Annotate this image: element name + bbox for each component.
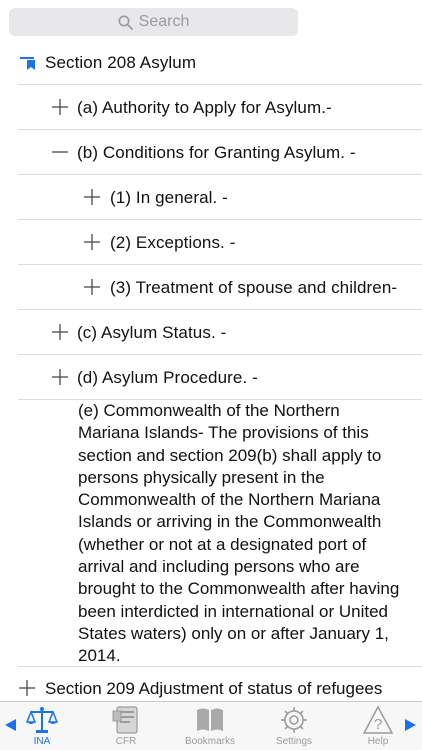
expand-icon[interactable] (83, 188, 101, 206)
tree-label: (d) Asylum Procedure. - (77, 367, 258, 387)
tree-row-b3[interactable]: (3) Treatment of spouse and children- (0, 265, 422, 310)
tree-label: (a) Authority to Apply for Asylum.- (77, 97, 332, 117)
tree-row-section-209[interactable]: Section 209 Adjustment of status of refu… (0, 672, 422, 702)
tab-bookmarks[interactable]: Bookmarks (175, 702, 245, 750)
book-icon (194, 705, 226, 735)
tab-settings[interactable]: Settings (259, 702, 329, 750)
search-icon (118, 15, 133, 30)
tree-row-b[interactable]: (b) Conditions for Granting Asylum. - (0, 130, 422, 175)
tree-label: Section 209 Adjustment of status of refu… (45, 679, 383, 698)
tab-label: Settings (275, 736, 313, 747)
search-placeholder: Search (138, 13, 190, 30)
tab-label: Help (367, 736, 389, 747)
tab-label: INA (33, 736, 51, 747)
tree-label: (1) In general. - (110, 187, 228, 207)
outline-tree: Section 208 Asylum (a) Authority to Appl… (0, 40, 422, 400)
tree-row-a[interactable]: (a) Authority to Apply for Asylum.- (0, 85, 422, 130)
help-icon: ? (362, 705, 394, 735)
scales-icon (25, 705, 59, 735)
document-icon (110, 705, 142, 735)
tab-label: CFR (115, 736, 137, 747)
tree-label: (b) Conditions for Granting Asylum. - (77, 142, 356, 162)
tab-ina[interactable]: INA (7, 702, 77, 750)
tree-row-c[interactable]: (c) Asylum Status. - (0, 310, 422, 355)
expand-icon[interactable] (18, 679, 36, 702)
expand-icon[interactable] (83, 278, 101, 296)
search-area: Search (0, 0, 422, 44)
bookmark-icon (20, 56, 36, 70)
tab-help[interactable]: ? Help (343, 702, 413, 750)
expand-icon[interactable] (51, 368, 69, 386)
divider (18, 666, 422, 667)
tree-label: (c) Asylum Status. - (77, 322, 227, 342)
scroll-right-arrow[interactable] (405, 719, 416, 731)
expand-icon[interactable] (51, 98, 69, 116)
tree-row-d[interactable]: (d) Asylum Procedure. - (0, 355, 422, 400)
tree-label: (2) Exceptions. - (110, 232, 236, 252)
expand-icon[interactable] (51, 323, 69, 341)
tab-label: Bookmarks (184, 736, 235, 747)
expand-icon[interactable] (83, 233, 101, 251)
svg-text:?: ? (374, 716, 382, 733)
tab-cfr[interactable]: CFR (91, 702, 161, 750)
tree-row-b1[interactable]: (1) In general. - (0, 175, 422, 220)
gear-icon (278, 705, 310, 735)
section-e-paragraph: (e) Commonwealth of the Northern Mariana… (78, 401, 400, 666)
tab-bar: INA CFR Bookmarks Settings ? Help (0, 701, 422, 750)
search-input[interactable]: Search (9, 8, 298, 36)
tree-row-section-208[interactable]: Section 208 Asylum (0, 40, 422, 85)
tree-label: Section 208 Asylum (45, 52, 197, 72)
tree-row-b2[interactable]: (2) Exceptions. - (0, 220, 422, 265)
tree-label: (3) Treatment of spouse and children- (110, 277, 398, 297)
collapse-icon[interactable] (51, 143, 69, 161)
